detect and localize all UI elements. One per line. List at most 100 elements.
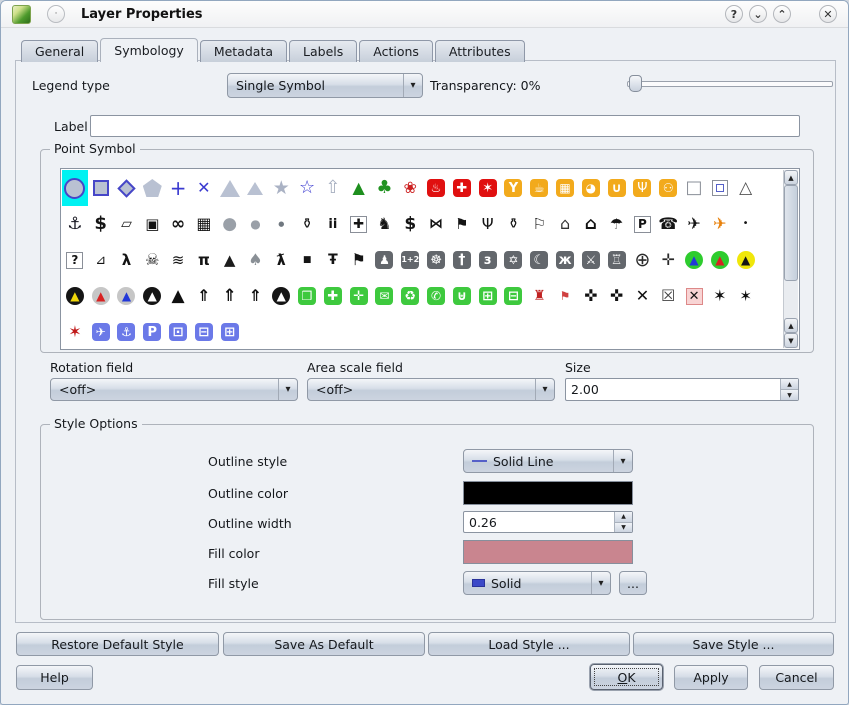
symbol-cinema[interactable]: ▦ — [552, 170, 578, 206]
symbol-car[interactable]: ∞ — [165, 206, 191, 242]
symbol-bus[interactable]: ⊟ — [191, 314, 217, 348]
symbol-pentagon[interactable] — [139, 170, 165, 206]
symbol-phone-green[interactable]: ✆ — [423, 278, 449, 314]
help-button[interactable]: Help — [16, 665, 93, 690]
symbol-circle[interactable] — [62, 170, 88, 206]
window-shade-icon[interactable]: ⌄ — [749, 5, 767, 23]
symbol-mail[interactable]: ✉ — [372, 278, 398, 314]
tab-actions[interactable]: Actions — [359, 40, 433, 62]
symbol-pub[interactable]: ∪ — [604, 170, 630, 206]
symbol-equilateral-triangle[interactable] — [243, 170, 269, 206]
symbol-star-6[interactable]: ✶ — [707, 278, 733, 314]
symbol-plus-green[interactable]: ✚ — [320, 278, 346, 314]
symbol-numbers[interactable]: 1+2 — [397, 242, 423, 278]
symbol-sikh-khanda[interactable]: ⚔ — [578, 242, 604, 278]
symbol-airport-blue[interactable]: ✈ — [88, 314, 114, 348]
fill-color-swatch[interactable] — [463, 540, 633, 564]
legend-type-select[interactable]: Single Symbol — [227, 73, 423, 98]
symbol-picnic[interactable]: π — [191, 242, 217, 278]
symbol-taxi[interactable]: ⊡ — [165, 314, 191, 348]
symbol-cross-dot[interactable]: ✜ — [578, 278, 604, 314]
fill-style-more-button[interactable]: ... — [619, 571, 647, 595]
symbol-harbor[interactable]: ⚓ — [114, 314, 140, 348]
chevron-down-icon[interactable] — [535, 379, 554, 400]
fill-style-select[interactable]: Solid — [463, 571, 611, 595]
symbol-skiing[interactable]: λ — [114, 242, 140, 278]
symbol-fuel-2[interactable]: ⚱ — [501, 206, 527, 242]
symbol-tag[interactable]: ❒ — [294, 278, 320, 314]
symbol-prayer[interactable]: ♟ — [372, 242, 398, 278]
scrollbar-thumb[interactable] — [784, 185, 798, 281]
symbol-teepee[interactable]: ▲ — [217, 242, 243, 278]
symbol-cross-dot-green[interactable]: ✜ — [604, 278, 630, 314]
symbol-north-arrow-n[interactable]: ⇑ — [191, 278, 217, 314]
symbol-fish[interactable]: ⋈ — [423, 206, 449, 242]
symbol-question-box[interactable]: ? — [62, 242, 88, 278]
symbol-basket[interactable]: ⊎ — [449, 278, 475, 314]
chevron-down-icon[interactable] — [278, 379, 297, 400]
symbol-conifer-tree[interactable]: ▲ — [346, 170, 372, 206]
symbol-bank-dollar[interactable]: $ — [397, 206, 423, 242]
label-input[interactable] — [90, 115, 800, 137]
symbol-canoe[interactable]: ▱ — [114, 206, 140, 242]
symbol-golf-course[interactable]: ⚐ — [526, 206, 552, 242]
chevron-down-icon[interactable] — [591, 572, 610, 594]
symbol-hospital[interactable]: ✚ — [346, 206, 372, 242]
symbol-museum[interactable]: ♖ — [604, 242, 630, 278]
save-style-button[interactable]: Save Style ... — [633, 632, 834, 656]
spin-up-icon[interactable] — [781, 379, 798, 389]
symbol-cross-x[interactable]: ✕ — [191, 170, 217, 206]
symbol-golf-flag[interactable]: ⚑ — [552, 278, 578, 314]
symbol-flag[interactable]: ⚑ — [449, 206, 475, 242]
symbol-star-of-david[interactable]: ✡ — [501, 242, 527, 278]
scroll-up-icon-2[interactable] — [784, 318, 798, 333]
symbol-north-arrow[interactable]: ▲ — [165, 278, 191, 314]
symbol-christian-cross[interactable]: † — [449, 242, 475, 278]
scroll-down-icon[interactable] — [784, 333, 798, 348]
titlebar[interactable]: · Layer Properties ? ⌄ ⌃ ✕ — [1, 1, 848, 28]
symbol-arrow-yellow-black[interactable]: ▲ — [733, 242, 759, 278]
symbol-empty-square[interactable]: □ — [681, 170, 707, 206]
symbol-dharma-wheel[interactable]: ☸ — [423, 242, 449, 278]
symbol-arrow-gray-blue[interactable]: ▲ — [114, 278, 140, 314]
symbol-arrow-green-blue[interactable]: ▲ — [681, 242, 707, 278]
symbol-islam-crescent[interactable]: ☾ — [526, 242, 552, 278]
transparency-slider[interactable] — [627, 75, 833, 91]
symbol-camera[interactable]: ▣ — [139, 206, 165, 242]
outline-color-swatch[interactable] — [463, 481, 633, 505]
tab-metadata[interactable]: Metadata — [200, 40, 287, 62]
symbol-diamond[interactable] — [114, 170, 140, 206]
window-unshade-icon[interactable]: ⌃ — [773, 5, 791, 23]
symbol-tower[interactable]: Ŧ — [320, 242, 346, 278]
symbol-anchor[interactable]: ⚓ — [62, 206, 88, 242]
symbol-dollar[interactable]: $ — [88, 206, 114, 242]
symbol-circle-medium[interactable]: ● — [243, 206, 269, 242]
symbol-triangle-outline[interactable]: △ — [733, 170, 759, 206]
symbol-arrow-up[interactable]: ⇧ — [320, 170, 346, 206]
symbol-north-arrow-3[interactable]: ⇑ — [243, 278, 269, 314]
ok-button[interactable]: OK — [590, 664, 663, 690]
symbol-deciduous-tree[interactable]: ♣ — [372, 170, 398, 206]
tab-general[interactable]: General — [21, 40, 98, 62]
window-menu-button[interactable]: · — [47, 5, 65, 23]
symbol-tram[interactable]: ⊞ — [217, 314, 243, 348]
symbol-cross[interactable]: + — [165, 170, 191, 206]
symbol-recycle[interactable]: ♻ — [397, 278, 423, 314]
symbol-deer[interactable]: ♞ — [372, 206, 398, 242]
symbol-bar[interactable]: Y — [501, 170, 527, 206]
symbol-square[interactable] — [88, 170, 114, 206]
symbol-cafe[interactable]: ☕ — [526, 170, 552, 206]
symbol-star[interactable]: ★ — [268, 170, 294, 206]
symbol-jain[interactable]: ж — [552, 242, 578, 278]
symbol-swimming[interactable]: ≋ — [165, 242, 191, 278]
symbol-hiking[interactable]: ƛ — [268, 242, 294, 278]
area-scale-field-select[interactable]: <off> — [307, 378, 555, 401]
symbol-plus-outline-green[interactable]: ✛ — [346, 278, 372, 314]
symbol-star-6-blue[interactable]: ✶ — [733, 278, 759, 314]
symbol-badge[interactable]: ✶ — [475, 170, 501, 206]
symbol-triangle[interactable] — [217, 170, 243, 206]
symbol-snacks[interactable]: ⚇ — [655, 170, 681, 206]
symbol-tree-gray[interactable]: ♠ — [243, 242, 269, 278]
window-close-icon[interactable]: ✕ — [819, 5, 837, 23]
symbol-arrow-black-circle[interactable]: ▲ — [139, 278, 165, 314]
